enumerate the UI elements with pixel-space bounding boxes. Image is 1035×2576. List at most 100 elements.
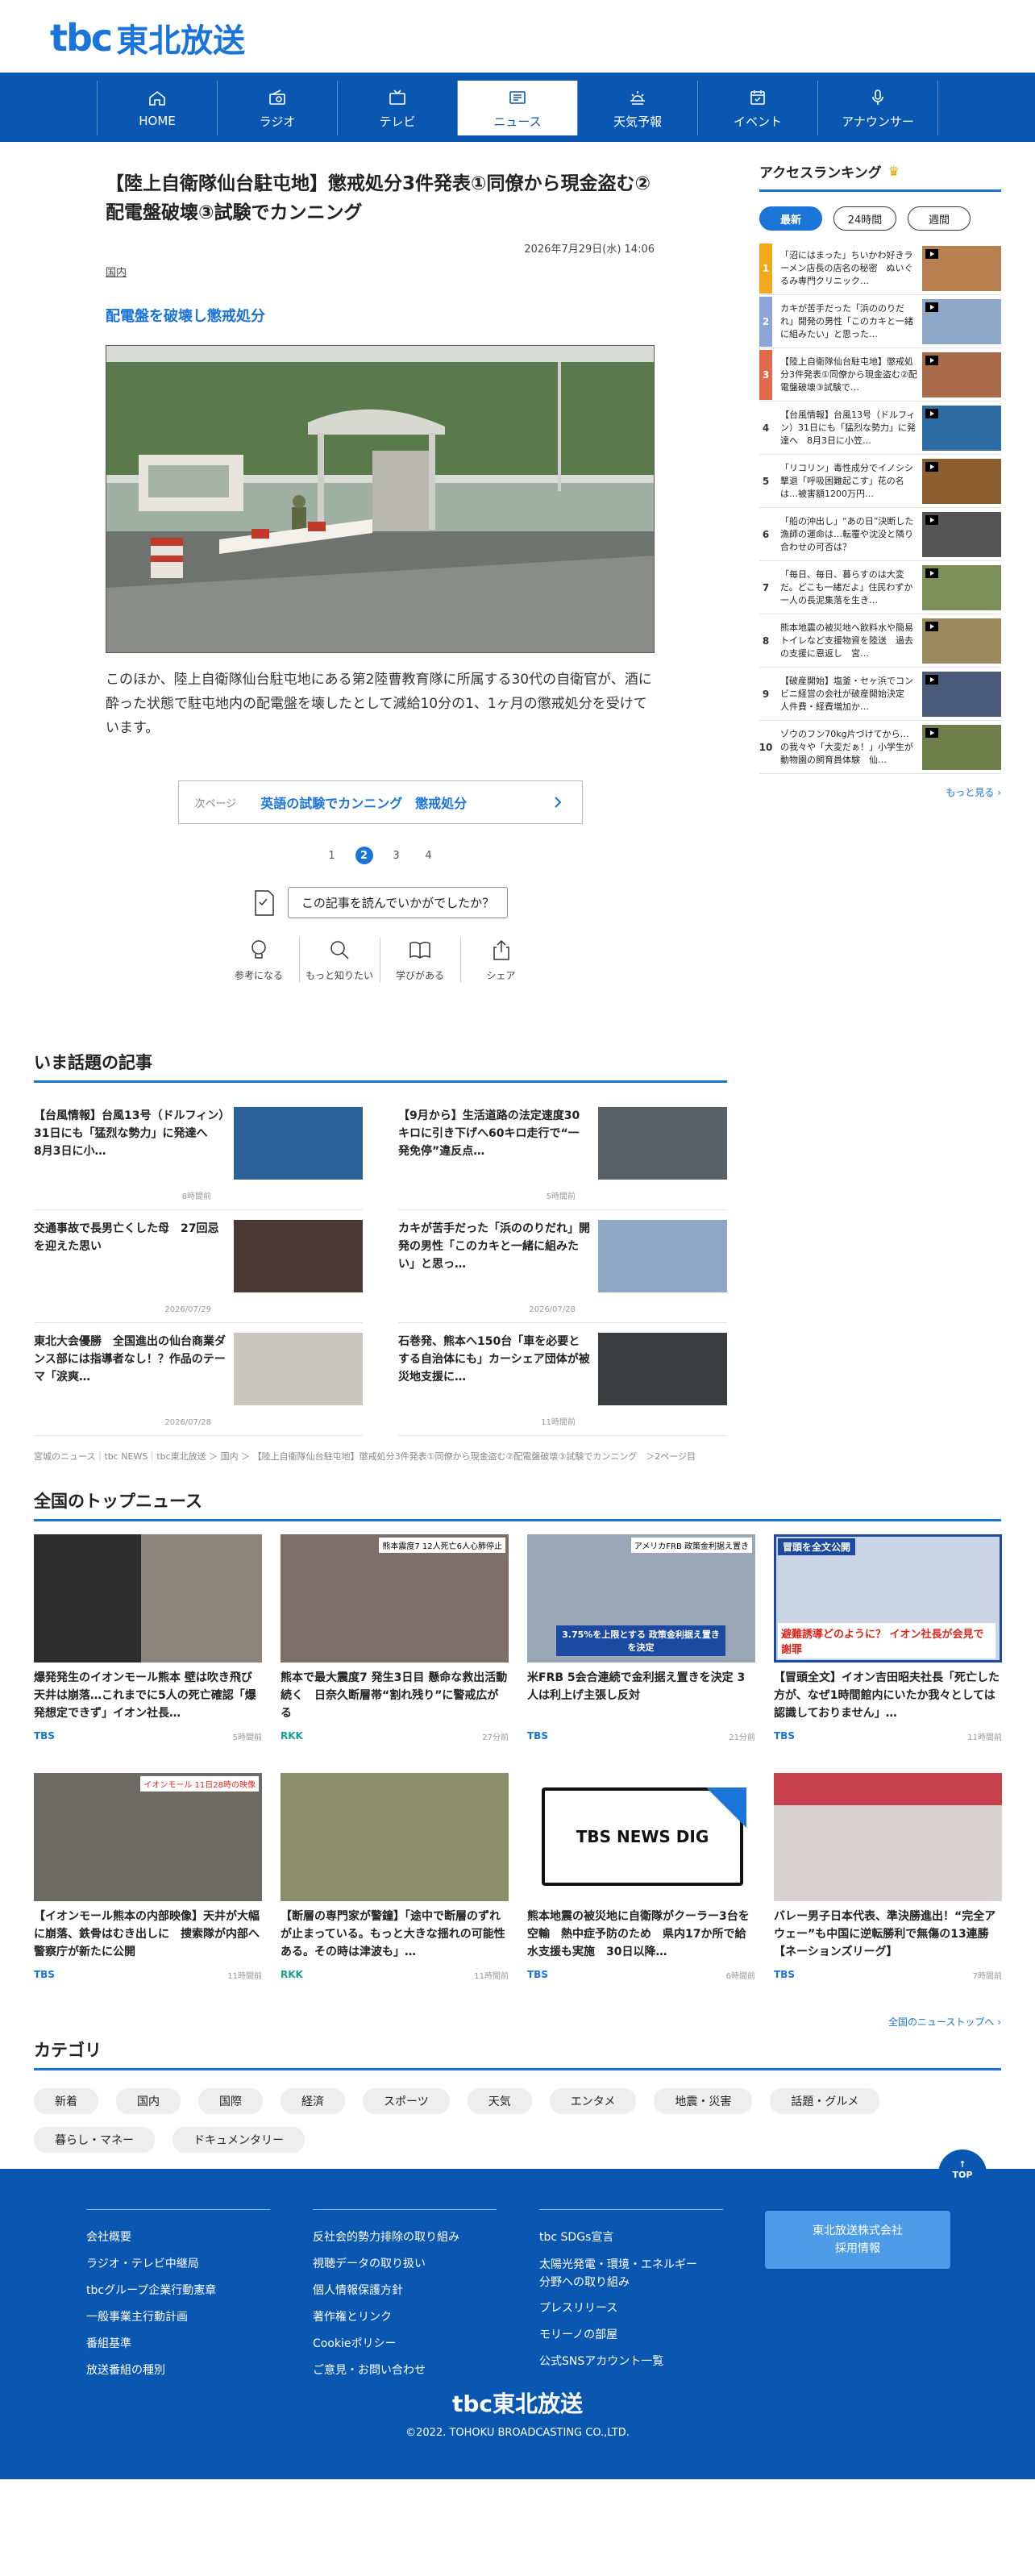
news-thumbnail: 熊本震度7 12人死亡6人心肺停止 [281,1534,509,1663]
category-tag[interactable]: 話題・グルメ [770,2088,880,2114]
nav-news[interactable]: ニュース [458,81,578,135]
footer-link[interactable]: 公式SNSアカウント一覧 [539,2349,725,2375]
reaction-helpful[interactable]: 参考になる [219,938,300,982]
nav-event[interactable]: イベント [698,81,818,135]
category-tag[interactable]: エンタメ [549,2088,637,2114]
footer-link[interactable]: ご意見・お問い合わせ [313,2358,498,2384]
footer-link[interactable]: Cookieポリシー [313,2331,498,2358]
footer-link-continued[interactable]: 分野への取り組み [539,2274,725,2291]
ranking-item[interactable]: 5 「リコリン」毒性成分でイノシシ撃退「呼吸困難起こす」花の名は…被害額1200万… [759,455,1001,508]
footer-link[interactable]: 会社概要 [86,2224,272,2251]
next-page-link[interactable]: 次ページ 英語の試験でカンニング 懲戒処分 [177,780,583,824]
tab-latest[interactable]: 最新 [759,206,822,231]
rank-number: 10 [759,741,773,753]
site-logo[interactable]: tbc 東北放送 [50,15,1035,61]
global-nav: HOME ラジオ テレビ ニュース 天気予報 イベント アナウンサー [0,73,1035,142]
page-link-3[interactable]: 3 [388,847,405,864]
nav-label: HOME [139,114,176,128]
national-news-item[interactable]: TBS NEWS DIG 熊本地震の被災地に自衛隊がクーラー3台を空輸 熱中症予… [527,1773,755,2012]
article-category[interactable]: 国内 [106,264,655,279]
breadcrumb[interactable]: 宮城のニュース｜tbc NEWS｜tbc東北放送 ＞ 国内 ＞ 【陸上自衛隊仙台… [34,1450,743,1463]
national-news-item[interactable]: 冒頭を全文公開 避難誘導どのように？ イオン社長が会見で謝罪 【冒頭全文】イオン… [774,1534,1002,1773]
rank-number: 7 [762,581,770,593]
footer-logo[interactable]: tbc東北放送 [0,2387,1035,2419]
survey-icon [255,889,274,916]
footer-link[interactable]: 放送番組の種別 [86,2358,272,2384]
play-icon [925,568,938,578]
ranking-item[interactable]: 2 カキが苦手だった「浜ののりだれ」開発の男性「このカキと一緒に組みたい」と思った… [759,295,1001,348]
footer-link[interactable]: tbc SDGs宣言 [539,2224,725,2251]
trending-item[interactable]: 【台風情報】台風13号（ドルフィン）31日にも「猛烈な勢力」に発達へ 8月3日に… [34,1097,363,1210]
trending-item[interactable]: 石巻発、熊本へ150台「車を必要とする自治体にも」カーシェア団体が被災地支援に…… [398,1323,727,1436]
footer-link[interactable]: tbcグループ企業行動憲章 [86,2278,272,2304]
footer-column-3: tbc SDGs宣言 太陽光発電・環境・エネルギー 分野への取り組み プレスリリ… [539,2209,725,2375]
page-link-4[interactable]: 4 [420,847,438,864]
footer-link[interactable]: モリーノの部屋 [539,2322,725,2349]
footer-link[interactable]: 視聴データの取り扱い [313,2251,498,2278]
back-to-top-button[interactable]: ↑ TOP [938,2149,987,2190]
ranking-item[interactable]: 6 「船の沖出し」“あの日”決断した漁師の運命は…転覆や沈没と隣り合わせの可否は？ [759,508,1001,561]
footer-link[interactable]: 太陽光発電・環境・エネルギー [539,2256,725,2274]
ranking-item[interactable]: 7 「毎日、毎日、暮らすのは大変だ。どこも一緒だよ」住民わずか一人の長泥集落を生き… [759,561,1001,614]
footer-link[interactable]: 番組基準 [86,2331,272,2358]
category-tag[interactable]: ドキュメンタリー [172,2127,305,2153]
category-tag[interactable]: 国際 [198,2088,263,2114]
page-link-1[interactable]: 1 [323,847,341,864]
trending-thumbnail [598,1333,727,1405]
page-link-2-current[interactable]: 2 [355,847,373,864]
nav-announcer[interactable]: アナウンサー [818,81,938,135]
logo-mark: tbc [50,16,113,60]
national-news-item[interactable]: 【断層の専門家が警鐘】「途中で断層のずれが止まっている。もっと大きな揺れの可能性… [281,1773,509,2012]
ranking-item[interactable]: 10 ゾウのフン70kg片づけてから…の我々や「大変だぁ！」小学生が動物園の飼育員… [759,721,1001,774]
national-news-item[interactable]: 爆発発生のイオンモール熊本 壁は吹き飛び天井は崩落…これまでに5人の死亡確認「爆… [34,1534,262,1773]
recruit-button[interactable]: 東北放送株式会社 採用情報 [765,2211,950,2269]
tab-weekly[interactable]: 週間 [908,206,971,231]
ranking-item[interactable]: 1 「沼にはまった」ちいかわ好きラーメン店長の店名の秘密 ぬいぐるみ専門クリニック… [759,242,1001,295]
trending-item[interactable]: カキが苦手だった「浜ののりだれ」開発の男性「このカキと一緒に組みたい」と思っ… 2… [398,1210,727,1323]
nav-radio[interactable]: ラジオ [218,81,338,135]
ranking-item[interactable]: 4 【台風情報】台風13号（ドルフィン）31日にも「猛烈な勢力」に発達へ 8月3日… [759,402,1001,455]
nav-home[interactable]: HOME [98,81,218,135]
national-news-item[interactable]: 熊本震度7 12人死亡6人心肺停止 熊本で最大震度7 発生3日目 懸命な救出活動… [281,1534,509,1773]
tab-24h[interactable]: 24時間 [833,206,896,231]
ranking-header: アクセスランキング ♛ [759,161,1001,192]
article-photo-illustration [106,346,654,652]
category-tag[interactable]: 国内 [116,2088,181,2114]
national-news-item[interactable]: バレー男子日本代表、準決勝進出！“完全アウェー”も中国に逆転勝利で無傷の13連勝… [774,1773,1002,2012]
category-tag[interactable]: 天気 [467,2088,532,2114]
ranking-item[interactable]: 8 熊本地震の被災地へ飲料水や簡易トイレなど支援物資を陸送 過去の支援に恩返し 宮… [759,614,1001,668]
news-source: RKK [281,1969,303,1980]
national-news-item[interactable]: イオンモール 11日28時の映像 【イオンモール熊本の内部映像】天井が大幅に崩落… [34,1773,262,2012]
article-subheading: 配電盤を破壊し懲戒処分 [106,308,265,325]
category-tag[interactable]: 新着 [34,2088,98,2114]
ranking-item[interactable]: 3 【陸上自衛隊仙台駐屯地】懲戒処分3件発表①同僚から現金盗む②配電盤破壊③試験で… [759,348,1001,402]
trending-date: 2026/07/29 [164,1305,211,1314]
trending-item[interactable]: 東北大会優勝 全国進出の仙台商業ダンス部には指導者なし！？作品のテーマ「涙爽… 2… [34,1323,363,1436]
national-news-more-link[interactable]: 全国のニューストップへ › [34,2015,1001,2029]
category-tag[interactable]: 地震・災害 [654,2088,753,2114]
trending-item[interactable]: 交通事故で長男亡くした母 27回忌を迎えた思い 2026/07/29 [34,1210,363,1323]
rank-number: 9 [762,688,770,700]
trending-text: カキが苦手だった「浜ののりだれ」開発の男性「このカキと一緒に組みたい」と思っ… [398,1222,590,1271]
footer-link[interactable]: 反社会的勢力排除の取り組み [313,2224,498,2251]
reaction-learned[interactable]: 学びがある [380,938,461,982]
footer-column-1: 会社概要 ラジオ・テレビ中継局 tbcグループ企業行動憲章 一般事業主行動計画 … [86,2209,272,2384]
footer-link[interactable]: プレスリリース [539,2295,725,2322]
footer-link[interactable]: 一般事業主行動計画 [86,2304,272,2331]
reaction-want-more[interactable]: もっと知りたい [300,938,380,982]
nav-tv[interactable]: テレビ [338,81,458,135]
trending-date: 2026/07/28 [529,1305,576,1314]
national-news-item[interactable]: アメリカFRB 政策金利据え置き 3.75%を上限とする 政策金利据え置きを決定… [527,1534,755,1773]
footer-link[interactable]: 個人情報保護方針 [313,2278,498,2304]
footer-link[interactable]: ラジオ・テレビ中継局 [86,2251,272,2278]
footer-link[interactable]: 著作権とリンク [313,2304,498,2331]
nav-weather[interactable]: 天気予報 [578,81,698,135]
trending-item[interactable]: 【9月から】生活道路の法定速度30キロに引き下げへ60キロ走行で“一発免停”違反… [398,1097,727,1210]
trending-text: 【9月から】生活道路の法定速度30キロに引き下げへ60キロ走行で“一発免停”違反… [398,1109,580,1158]
category-tag[interactable]: 経済 [281,2088,345,2114]
category-tag[interactable]: スポーツ [363,2088,450,2114]
ranking-item[interactable]: 9 【破産開始】塩釜・セヶ浜でコンビニ経営の会社が破産開始決定 人件費・経費増加か… [759,668,1001,721]
reaction-share[interactable]: シェア [461,938,542,982]
ranking-more-link[interactable]: もっと見る › [759,785,1001,799]
category-tag[interactable]: 暮らし・マネー [34,2127,155,2153]
